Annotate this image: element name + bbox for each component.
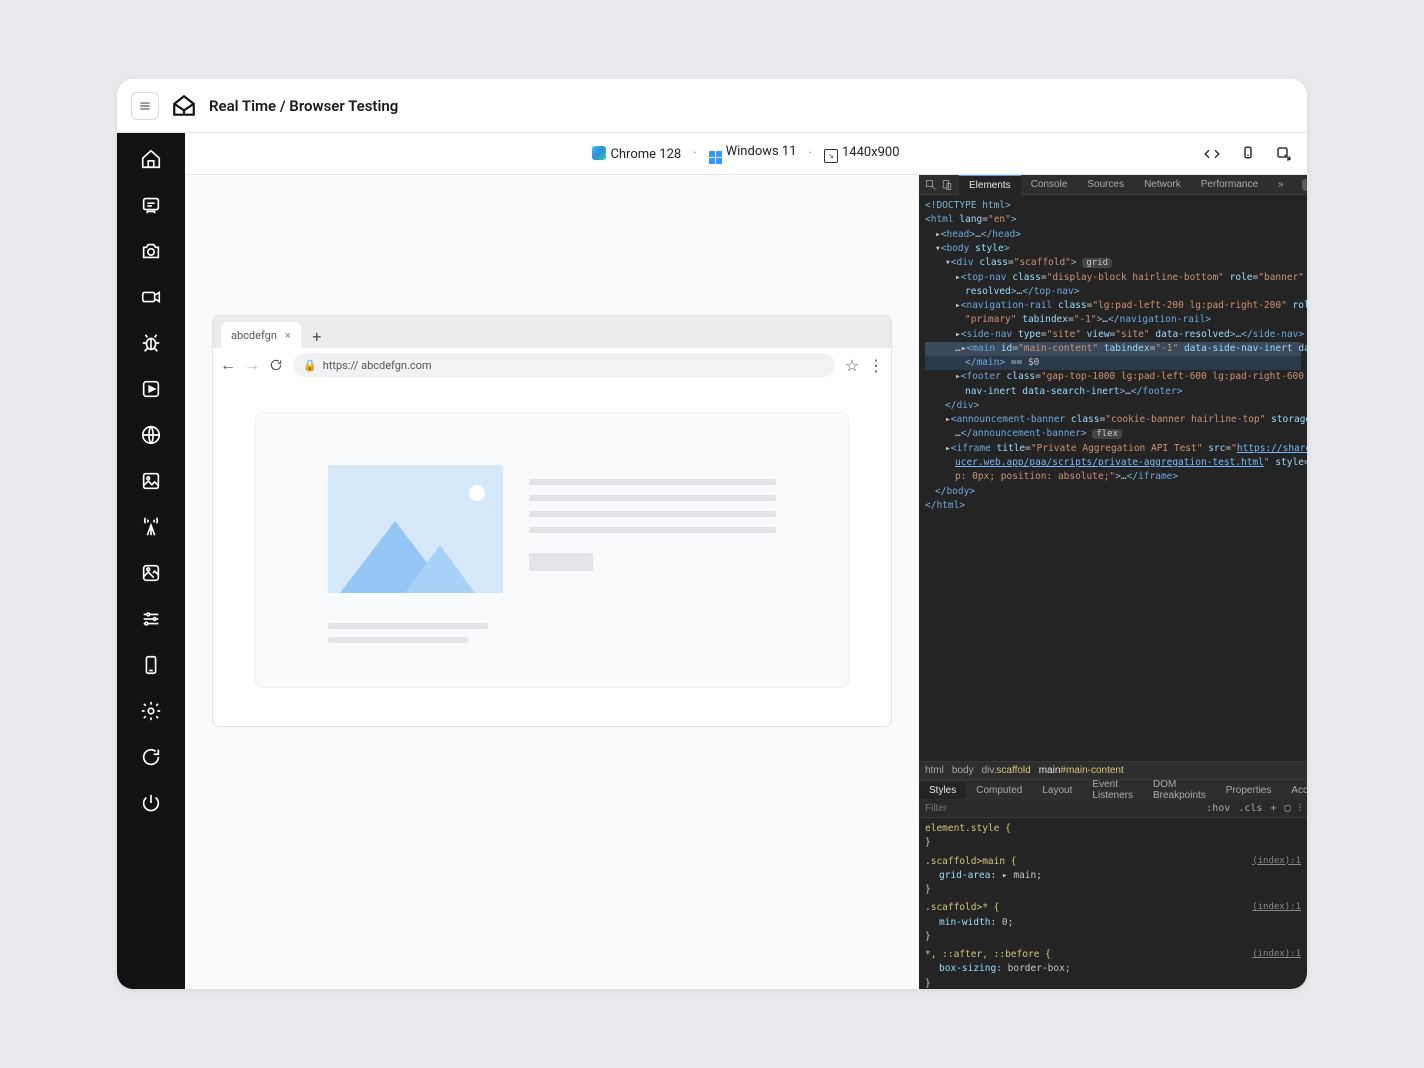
tab-more[interactable]: » — [1268, 175, 1294, 195]
app-window: Real Time / Browser Testing Chrome 128 · — [117, 79, 1307, 989]
page-title: Real Time / Browser Testing — [209, 97, 398, 115]
url-text: https:// abcdefgn.com — [323, 359, 432, 372]
edge-icon — [592, 146, 606, 160]
forward-icon[interactable]: → — [245, 358, 259, 372]
browser-canvas: abcdefgn × + ← → 🔒 https:// abcdefgn.c — [185, 175, 919, 989]
tab-strip: abcdefgn × + — [213, 316, 891, 348]
new-tab-button[interactable]: + — [307, 326, 327, 346]
image-placeholder — [328, 465, 503, 593]
add-rule-button[interactable]: + — [1270, 803, 1276, 814]
crumb-body[interactable]: body — [952, 765, 974, 776]
crumb-main[interactable]: main#main-content — [1039, 765, 1124, 776]
session-info-bar: Chrome 128 · Windows 11 · ↘1440x900 — [185, 133, 1307, 175]
tab-accessibility[interactable]: Accessibility — [1281, 782, 1307, 799]
tab-network[interactable]: Network — [1134, 175, 1191, 195]
home-icon[interactable] — [139, 147, 163, 171]
page-body — [213, 382, 891, 726]
devtools-top-bar: Elements Console Sources Network Perform… — [919, 175, 1307, 195]
code-icon[interactable] — [1203, 145, 1221, 163]
text-placeholder — [529, 465, 776, 571]
computed-toggle-icon[interactable]: ▢ — [1284, 803, 1290, 814]
sidebar-rail — [117, 133, 185, 989]
tab-layout[interactable]: Layout — [1032, 782, 1082, 799]
os-badge: Windows 11 — [709, 144, 797, 164]
dom-tree[interactable]: <!DOCTYPE html> <html lang="en"> ▸<head>… — [919, 195, 1307, 761]
power-icon[interactable] — [139, 791, 163, 815]
logo-icon — [171, 93, 197, 119]
settings-icon[interactable] — [139, 699, 163, 723]
tab-performance[interactable]: Performance — [1191, 175, 1268, 195]
resolution-icon: ↘ — [824, 149, 838, 163]
device-rotate-icon[interactable] — [1239, 145, 1257, 163]
camera-icon[interactable] — [139, 239, 163, 263]
menu-button[interactable] — [131, 92, 159, 120]
styles-panel-tabs: Styles Computed Layout Event Listeners D… — [919, 780, 1307, 800]
url-bar: ← → 🔒 https:// abcdefgn.com ☆ ⋮ — [213, 348, 891, 382]
app-testing-icon[interactable] — [139, 193, 163, 217]
browser-badge: Chrome 128 — [592, 146, 681, 162]
tab-console[interactable]: Console — [1021, 175, 1078, 195]
issues-badge[interactable]: ⬤3 — [1302, 179, 1307, 191]
network-tower-icon[interactable] — [139, 515, 163, 539]
inspect-element-icon[interactable] — [925, 179, 937, 191]
footer-text-placeholder — [328, 623, 776, 643]
reload-icon[interactable] — [269, 358, 283, 372]
tab-title: abcdefgn — [231, 329, 277, 342]
inspect-icon[interactable] — [1275, 145, 1293, 163]
resolution-badge: ↘1440x900 — [824, 145, 900, 163]
picture-icon[interactable] — [139, 561, 163, 585]
star-icon[interactable]: ☆ — [845, 358, 859, 372]
devtools-panel: Elements Console Sources Network Perform… — [919, 175, 1307, 989]
styles-menu-icon[interactable]: ⫶ — [1299, 803, 1302, 814]
play-icon[interactable] — [139, 377, 163, 401]
kebab-icon[interactable]: ⋮ — [869, 358, 883, 372]
crumb-html[interactable]: html — [925, 765, 944, 776]
tab-properties[interactable]: Properties — [1216, 782, 1282, 799]
content-card — [255, 412, 849, 688]
bug-icon[interactable] — [139, 331, 163, 355]
styles-filter-input[interactable] — [925, 803, 1206, 814]
crumb-scaffold[interactable]: div.scaffold — [982, 765, 1031, 776]
back-icon[interactable]: ← — [221, 358, 235, 372]
tab-computed[interactable]: Computed — [966, 782, 1032, 799]
windows-icon — [709, 151, 722, 164]
styles-filter-row: :hov .cls + ▢ ⫶ — [919, 800, 1307, 818]
sliders-icon[interactable] — [139, 607, 163, 631]
tab-sources[interactable]: Sources — [1077, 175, 1134, 195]
tab-styles[interactable]: Styles — [919, 782, 966, 799]
video-icon[interactable] — [139, 285, 163, 309]
url-field[interactable]: 🔒 https:// abcdefgn.com — [293, 353, 835, 377]
browser-tab[interactable]: abcdefgn × — [221, 322, 301, 348]
browser-window: abcdefgn × + ← → 🔒 https:// abcdefgn.c — [212, 315, 892, 727]
styles-pane[interactable]: element.style {} (index):1.scaffold>main… — [919, 818, 1307, 989]
device-icon[interactable] — [139, 653, 163, 677]
hov-toggle[interactable]: :hov — [1206, 803, 1230, 814]
image-icon[interactable] — [139, 469, 163, 493]
cls-toggle[interactable]: .cls — [1238, 803, 1262, 814]
device-toggle-icon[interactable] — [941, 179, 953, 191]
tab-elements[interactable]: Elements — [959, 175, 1021, 195]
globe-icon[interactable] — [139, 423, 163, 447]
tab-close-icon[interactable]: × — [285, 329, 291, 342]
lock-icon: 🔒 — [303, 359, 317, 372]
app-header: Real Time / Browser Testing — [117, 79, 1307, 133]
refresh-icon[interactable] — [139, 745, 163, 769]
